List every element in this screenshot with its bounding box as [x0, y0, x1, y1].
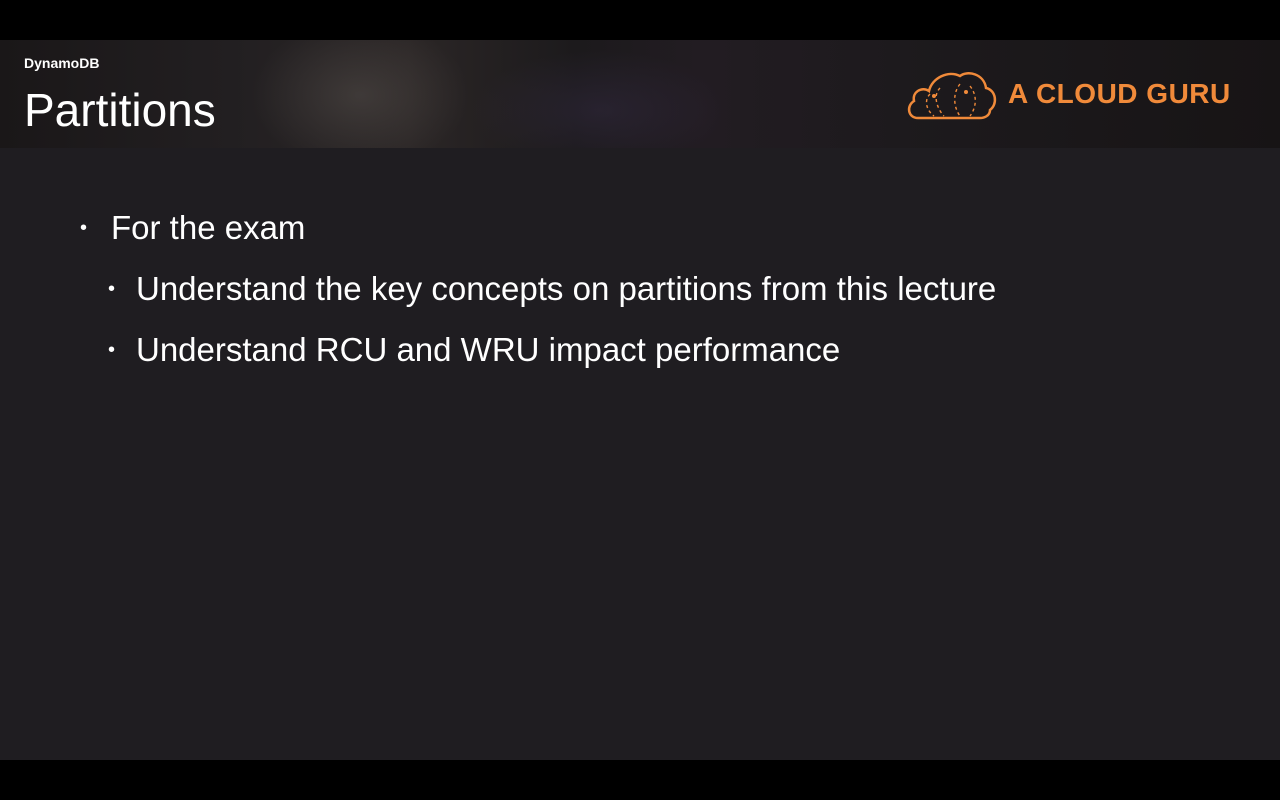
header-background-shade [470, 50, 730, 148]
slide-title: Partitions [24, 84, 216, 136]
header-background-photo [250, 40, 470, 148]
bullet-text: For the exam [111, 209, 306, 246]
slide: DynamoDB Partitions A CLOUD GURU • For t… [0, 40, 1280, 760]
bullet-dot-icon: • [80, 217, 88, 239]
brand-logo-text: A CLOUD GURU [1008, 78, 1231, 109]
letterbox-bottom [0, 760, 1280, 800]
brand-logo: A CLOUD GURU [904, 66, 1244, 122]
bullet-dot-icon: • [108, 339, 116, 361]
bullet-dot-icon: • [108, 278, 116, 300]
letterbox-top [0, 0, 1280, 40]
bullet-text: Understand RCU and WRU impact performanc… [136, 331, 841, 368]
bullet-text: Understand the key concepts on partition… [136, 270, 997, 307]
cloud-icon [907, 72, 997, 120]
slide-header: DynamoDB Partitions A CLOUD GURU [0, 40, 1280, 148]
section-label: DynamoDB [24, 55, 100, 71]
